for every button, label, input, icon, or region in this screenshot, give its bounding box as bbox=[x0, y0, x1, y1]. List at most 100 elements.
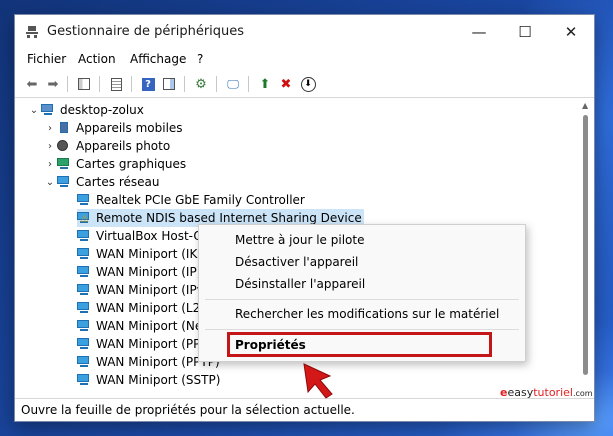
menu-help[interactable]: ? bbox=[197, 52, 203, 66]
uninstall-button[interactable]: ✖ bbox=[277, 75, 295, 93]
close-button[interactable]: ✕ bbox=[548, 15, 594, 49]
menu-separator bbox=[205, 329, 519, 330]
menu-affichage[interactable]: Affichage bbox=[130, 52, 186, 66]
tree-device[interactable]: VirtualBox Host-O bbox=[77, 227, 203, 245]
toolbar-separator bbox=[131, 76, 132, 92]
device-label: WAN Miniport (Ne bbox=[96, 319, 203, 333]
toolbar-separator bbox=[216, 76, 217, 92]
network-adapter-icon bbox=[77, 320, 91, 332]
tree-category[interactable]: ⌄ Cartes réseau bbox=[43, 173, 160, 191]
watermark-tld: .com bbox=[572, 389, 593, 398]
scan-hardware-icon: ⚙ bbox=[195, 76, 207, 92]
scroll-thumb[interactable] bbox=[583, 115, 588, 375]
device-label: WAN Miniport (PP bbox=[96, 337, 201, 351]
vertical-scrollbar[interactable]: ▲ bbox=[578, 99, 594, 391]
help-icon: ? bbox=[141, 77, 155, 91]
toolbar-separator bbox=[99, 76, 100, 92]
toolbar-separator bbox=[248, 76, 249, 92]
tree-device[interactable]: Realtek PCIe GbE Family Controller bbox=[77, 191, 305, 209]
tree-device[interactable]: WAN Miniport (L2 bbox=[77, 299, 200, 317]
mobile-device-icon bbox=[57, 122, 71, 134]
tree-device[interactable]: WAN Miniport (SSTP) bbox=[77, 371, 220, 389]
chevron-right-icon[interactable]: › bbox=[43, 141, 57, 152]
tree-root[interactable]: ⌄ desktop-zolux bbox=[27, 101, 144, 119]
tree-device[interactable]: WAN Miniport (Ne bbox=[77, 317, 202, 335]
watermark-brand-b: tutoriel bbox=[533, 386, 573, 399]
toolbar-separator bbox=[67, 76, 68, 92]
pointer-arrow-icon bbox=[303, 363, 333, 399]
uninstall-x-icon: ✖ bbox=[280, 76, 292, 92]
forward-arrow-icon: ➡ bbox=[47, 76, 59, 92]
network-adapter-icon bbox=[77, 356, 91, 368]
tree-device[interactable]: WAN Miniport (IP) bbox=[77, 263, 201, 281]
uninstall-device-item[interactable]: Désinstaller l'appareil bbox=[235, 277, 365, 291]
tree-device[interactable]: WAN Miniport (IPv bbox=[77, 281, 204, 299]
category-label: Cartes graphiques bbox=[76, 157, 187, 171]
maximize-icon: ☐ bbox=[518, 23, 532, 41]
add-driver-button[interactable]: ⬆ bbox=[256, 75, 274, 93]
back-button[interactable]: ⬅ bbox=[23, 75, 41, 93]
category-label: Cartes réseau bbox=[76, 175, 160, 189]
network-adapter-icon bbox=[77, 338, 91, 350]
tree-category[interactable]: › Appareils mobiles bbox=[43, 119, 183, 137]
update-driver-item[interactable]: Mettre à jour le pilote bbox=[235, 233, 364, 247]
tree-root-label: desktop-zolux bbox=[60, 103, 144, 117]
network-adapter-warning-icon: ⚠ bbox=[77, 212, 91, 225]
console-tree-icon bbox=[78, 78, 90, 90]
watermark: eeasytutoriel.com bbox=[500, 386, 593, 399]
menu-separator bbox=[205, 299, 519, 300]
pane-icon bbox=[163, 78, 175, 90]
tree-device[interactable]: WAN Miniport (IKE bbox=[77, 245, 205, 263]
scan-hardware-button[interactable]: ⚙ bbox=[192, 75, 210, 93]
watermark-brand-a: easy bbox=[507, 386, 534, 399]
network-adapter-icon bbox=[57, 176, 71, 188]
device-label: WAN Miniport (IPv bbox=[96, 283, 204, 297]
title-bar: Gestionnaire de périphériques — ☐ ✕ bbox=[15, 15, 594, 49]
properties-highlight-box bbox=[227, 332, 492, 357]
update-button[interactable]: ⬇ bbox=[299, 75, 317, 93]
action-pane-button[interactable] bbox=[160, 75, 178, 93]
properties-sheet-icon bbox=[110, 77, 122, 91]
device-label: Remote NDIS based Internet Sharing Devic… bbox=[96, 211, 362, 225]
minimize-icon: — bbox=[471, 23, 487, 41]
back-arrow-icon: ⬅ bbox=[26, 76, 38, 92]
help-button[interactable]: ? bbox=[139, 75, 157, 93]
device-label: WAN Miniport (IP) bbox=[96, 265, 202, 279]
chevron-down-icon[interactable]: ⌄ bbox=[43, 177, 57, 188]
monitor-icon: 🖵 bbox=[227, 76, 239, 91]
chevron-down-icon[interactable]: ⌄ bbox=[27, 105, 41, 116]
network-adapter-icon bbox=[77, 284, 91, 296]
network-adapter-icon bbox=[77, 374, 91, 386]
forward-button[interactable]: ➡ bbox=[44, 75, 62, 93]
tree-category[interactable]: › Cartes graphiques bbox=[43, 155, 186, 173]
tree-device[interactable]: WAN Miniport (PP bbox=[77, 335, 200, 353]
device-label: WAN Miniport (SSTP) bbox=[96, 373, 221, 387]
device-label: WAN Miniport (IKE bbox=[96, 247, 205, 261]
chevron-right-icon[interactable]: › bbox=[43, 159, 57, 170]
device-label: WAN Miniport (L2 bbox=[96, 301, 201, 315]
network-adapter-icon bbox=[77, 248, 91, 260]
chevron-right-icon[interactable]: › bbox=[43, 123, 57, 134]
toolbar: ⬅ ➡ ? ⚙ 🖵 ⬆ ✖ ⬇ bbox=[15, 71, 594, 98]
scroll-up-icon[interactable]: ▲ bbox=[582, 101, 588, 110]
download-icon: ⬇ bbox=[300, 76, 316, 92]
device-label: Realtek PCIe GbE Family Controller bbox=[96, 193, 305, 207]
device-label: VirtualBox Host-O bbox=[96, 229, 203, 243]
show-hide-console-button[interactable] bbox=[75, 75, 93, 93]
computer-icon bbox=[41, 104, 55, 116]
properties-view-button[interactable] bbox=[107, 75, 125, 93]
network-adapter-icon bbox=[77, 194, 91, 206]
network-adapter-icon bbox=[77, 266, 91, 278]
scan-hardware-item[interactable]: Rechercher les modifications sur le maté… bbox=[235, 307, 499, 321]
menu-fichier[interactable]: Fichier bbox=[27, 52, 66, 66]
category-label: Appareils mobiles bbox=[76, 121, 183, 135]
network-adapter-icon bbox=[77, 302, 91, 314]
tree-category[interactable]: › Appareils photo bbox=[43, 137, 170, 155]
display-adapter-icon bbox=[57, 158, 71, 170]
minimize-button[interactable]: — bbox=[456, 15, 502, 49]
menu-action[interactable]: Action bbox=[78, 52, 116, 66]
close-icon: ✕ bbox=[564, 23, 578, 41]
disable-device-item[interactable]: Désactiver l'appareil bbox=[235, 255, 358, 269]
maximize-button[interactable]: ☐ bbox=[502, 15, 548, 49]
display-button[interactable]: 🖵 bbox=[224, 75, 242, 93]
